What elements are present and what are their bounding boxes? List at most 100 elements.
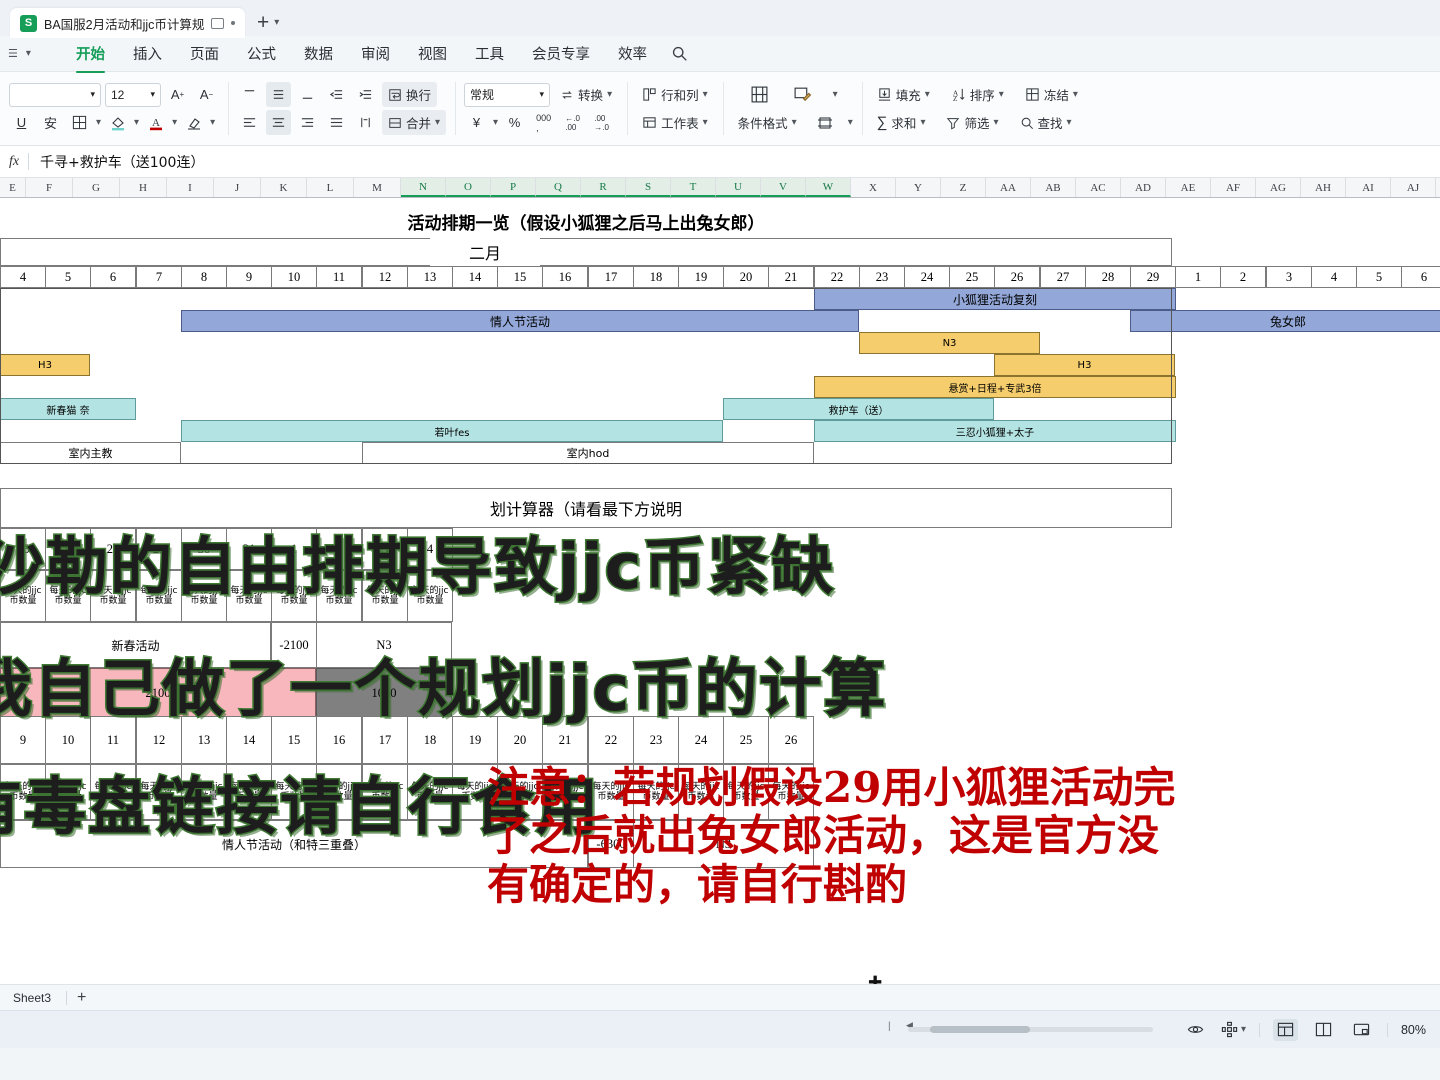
date-header-16-12[interactable]: 16 bbox=[542, 266, 588, 288]
plan2-date-19[interactable]: 19 bbox=[452, 716, 498, 764]
font-size-select[interactable]: 12 ▾ bbox=[105, 82, 161, 107]
increase-indent-icon[interactable] bbox=[353, 82, 378, 107]
plan2-date-18[interactable]: 18 bbox=[407, 716, 453, 764]
column-header-l[interactable]: L bbox=[307, 178, 354, 197]
decrease-font-size-icon[interactable]: A − bbox=[194, 82, 219, 107]
plan2-date-10[interactable]: 10 bbox=[45, 716, 91, 764]
plan1-date-29[interactable]: 29 bbox=[136, 528, 182, 570]
column-header-s[interactable]: S bbox=[626, 178, 671, 197]
plan1-date-1[interactable]: 1 bbox=[271, 528, 317, 570]
menu-item-insert[interactable]: 插入 bbox=[119, 39, 176, 68]
freeze-button[interactable]: 冻结 ▾ bbox=[1019, 82, 1084, 107]
page-layout-icon[interactable] bbox=[1311, 1019, 1336, 1041]
decrease-indent-icon[interactable] bbox=[324, 82, 349, 107]
plan2-date-21[interactable]: 21 bbox=[542, 716, 588, 764]
percent-icon[interactable]: % bbox=[502, 110, 527, 135]
column-header-ab[interactable]: AB bbox=[1031, 178, 1076, 197]
date-header-20-16[interactable]: 20 bbox=[723, 266, 769, 288]
pinyin-guide-icon[interactable]: 安 bbox=[38, 110, 63, 135]
plan2-coin-header[interactable]: 每天的jjc币数量 bbox=[181, 764, 227, 820]
tab-list-chevron-down-icon[interactable]: ▾ bbox=[274, 17, 279, 28]
scroll-split-handle[interactable]: | bbox=[888, 1021, 891, 1032]
menu-item-view[interactable]: 视图 bbox=[404, 39, 461, 68]
plan2-date-16[interactable]: 16 bbox=[316, 716, 362, 764]
date-header-22-18[interactable]: 22 bbox=[814, 266, 860, 288]
autosum-button[interactable]: ∑ 求和 ▾ bbox=[871, 110, 932, 135]
date-header-14-10[interactable]: 14 bbox=[452, 266, 498, 288]
plan2-coin-header[interactable]: 每天的jjc币数量 bbox=[271, 764, 317, 820]
sort-button[interactable]: AZ 排序 ▾ bbox=[945, 82, 1010, 107]
rows-columns-chevron-icon[interactable]: ▾ bbox=[703, 89, 708, 100]
column-header-w[interactable]: W bbox=[806, 178, 851, 197]
date-header-13-9[interactable]: 13 bbox=[407, 266, 453, 288]
menu-item-start[interactable]: 开始 bbox=[62, 39, 119, 73]
column-header-aj[interactable]: AJ bbox=[1391, 178, 1436, 197]
date-header-9-5[interactable]: 9 bbox=[226, 266, 272, 288]
date-header-12-8[interactable]: 12 bbox=[362, 266, 408, 288]
plan2-date-24[interactable]: 24 bbox=[678, 716, 724, 764]
menu-item-formula[interactable]: 公式 bbox=[233, 39, 290, 68]
plan1-total-left[interactable]: 2100 bbox=[0, 668, 316, 718]
date-header-18-14[interactable]: 18 bbox=[633, 266, 679, 288]
align-left-icon[interactable] bbox=[237, 110, 262, 135]
plan2-coin-header[interactable]: 每天的jjc币数量 bbox=[768, 764, 814, 820]
autosum-chevron-icon[interactable]: ▾ bbox=[920, 117, 925, 128]
plan2-coin-header[interactable]: 每天的jjc币数量 bbox=[407, 764, 453, 820]
column-header-i[interactable]: I bbox=[167, 178, 214, 197]
column-header-r[interactable]: R bbox=[581, 178, 626, 197]
decrease-decimal-icon[interactable]: .00 →.0 bbox=[589, 110, 614, 135]
schedule-bar[interactable]: 兔女郎 bbox=[1130, 310, 1440, 332]
add-sheet-icon[interactable]: + bbox=[77, 989, 86, 1007]
plan1-date-30[interactable]: 30 bbox=[181, 528, 227, 570]
plan1-coin-header[interactable]: 每天的jjc币数量 bbox=[90, 570, 136, 622]
plan2-coin-header[interactable]: 每天的jjc币数量 bbox=[588, 764, 634, 820]
align-bottom-icon[interactable] bbox=[295, 82, 320, 107]
plan1-event-label[interactable]: 新春活动 bbox=[0, 622, 271, 668]
convert-button[interactable]: 转换 ▾ bbox=[554, 82, 618, 107]
formula-input[interactable]: 千寻+救护车（送100连） bbox=[29, 152, 1440, 172]
align-top-icon[interactable] bbox=[237, 82, 262, 107]
currency-icon[interactable]: ¥ bbox=[464, 110, 489, 135]
align-middle-icon[interactable] bbox=[266, 82, 291, 107]
column-header-f[interactable]: F bbox=[26, 178, 73, 197]
date-header-3-28[interactable]: 3 bbox=[1266, 266, 1312, 288]
column-header-n[interactable]: N bbox=[401, 178, 446, 197]
table-style-chevron-icon[interactable]: ▾ bbox=[833, 89, 838, 100]
menu-item-review[interactable]: 审阅 bbox=[347, 39, 404, 68]
column-header-h[interactable]: H bbox=[120, 178, 167, 197]
font-color-chevron-icon[interactable]: ▾ bbox=[172, 117, 177, 128]
scrollbar-thumb[interactable] bbox=[930, 1026, 1030, 1033]
document-tab[interactable]: S BA国服2月活动和jjc币计算规划 bbox=[10, 8, 245, 38]
align-center-icon[interactable] bbox=[266, 110, 291, 135]
fill-color-chevron-icon[interactable]: ▾ bbox=[134, 117, 139, 128]
plan2-date-15[interactable]: 15 bbox=[271, 716, 317, 764]
column-header-ad[interactable]: AD bbox=[1121, 178, 1166, 197]
column-header-m[interactable]: M bbox=[354, 178, 401, 197]
merge-cells-button[interactable]: 合并 ▾ bbox=[382, 110, 447, 135]
plan2-date-17[interactable]: 17 bbox=[362, 716, 408, 764]
plan1-date-26[interactable]: 26 bbox=[0, 528, 46, 570]
column-header-j[interactable]: J bbox=[214, 178, 261, 197]
plan2-coin-header[interactable]: 每天的jjc币数量 bbox=[452, 764, 498, 820]
date-header-21-17[interactable]: 21 bbox=[768, 266, 814, 288]
clear-format-icon[interactable] bbox=[181, 110, 206, 135]
plan2-tier[interactable]: N3 bbox=[633, 820, 814, 868]
zoom-level-label[interactable]: 80% bbox=[1401, 1023, 1426, 1037]
date-header-19-15[interactable]: 19 bbox=[678, 266, 724, 288]
plan2-coin-header[interactable]: 每天的jjc币数量 bbox=[723, 764, 769, 820]
filter-chevron-icon[interactable]: ▾ bbox=[993, 117, 998, 128]
plan2-date-25[interactable]: 25 bbox=[723, 716, 769, 764]
date-header-11-7[interactable]: 11 bbox=[316, 266, 362, 288]
tab-menu-dot-icon[interactable] bbox=[231, 21, 235, 25]
plan1-coin-header[interactable]: 每天的jjc币数量 bbox=[407, 570, 453, 622]
search-icon[interactable] bbox=[671, 45, 688, 62]
plan1-coin-header[interactable]: 每天的jjc币数量 bbox=[226, 570, 272, 622]
borders-chevron-icon[interactable]: ▾ bbox=[96, 117, 101, 128]
date-header-27-23[interactable]: 27 bbox=[1040, 266, 1086, 288]
plan2-date-23[interactable]: 23 bbox=[633, 716, 679, 764]
column-header-ae[interactable]: AE bbox=[1166, 178, 1211, 197]
plan1-date-3[interactable]: 3 bbox=[362, 528, 408, 570]
plan2-date-20[interactable]: 20 bbox=[497, 716, 543, 764]
plan2-coin-header[interactable]: 每天的jjc币数量 bbox=[90, 764, 136, 820]
clear-format-chevron-icon[interactable]: ▾ bbox=[210, 117, 215, 128]
